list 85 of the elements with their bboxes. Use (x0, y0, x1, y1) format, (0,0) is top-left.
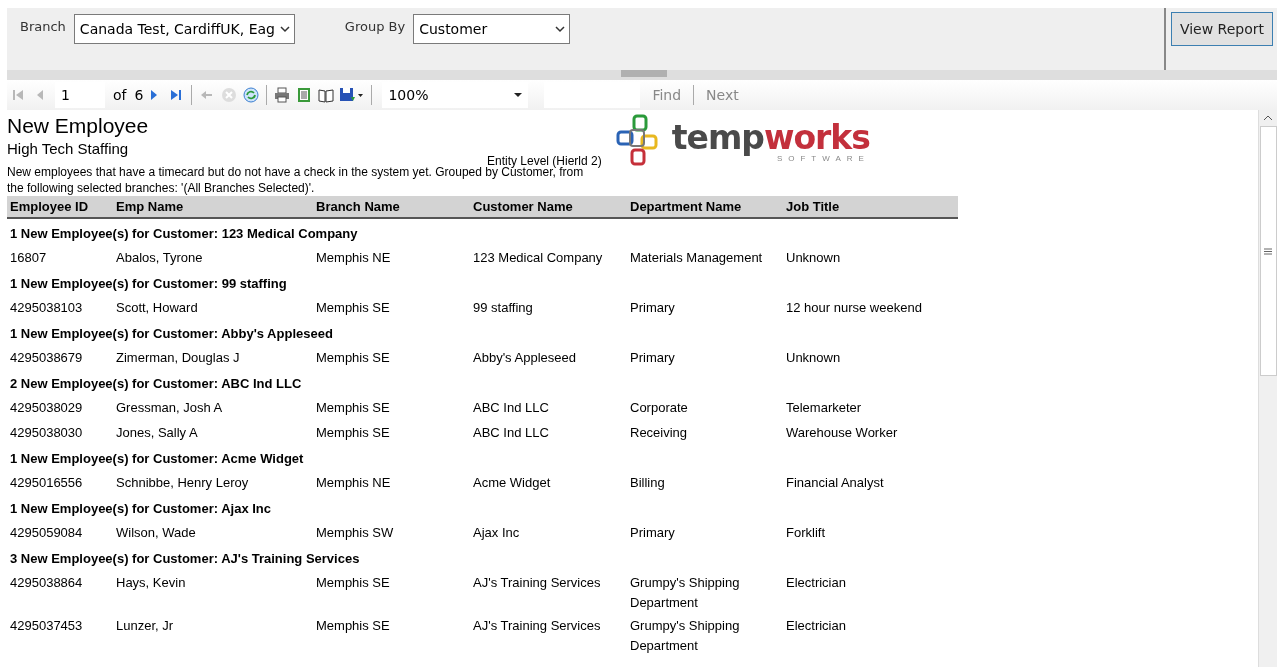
column-header: Emp Name (116, 197, 185, 216)
group-by-label: Group By (344, 18, 406, 36)
table-cell-text: Primary (630, 524, 676, 542)
table-cell-text: 4295038864 (9, 574, 84, 592)
table-cell-text: Primary (630, 349, 676, 367)
table-cell-text: Memphis SE (316, 424, 391, 442)
column-header: Branch Name (316, 197, 401, 216)
table-cell-text: Receiving (630, 424, 689, 442)
table-cell-text: Electrician (786, 617, 847, 635)
table-cell-text: 99 staffing (473, 299, 534, 317)
table-cell-text: Memphis SE (316, 399, 391, 417)
table-cell-text: Hays, Kevin (116, 574, 187, 592)
group-header: 1 New Employee(s) for Customer: 123 Medical Company (9, 225, 359, 243)
table-cell-text: Grumpy's Shipping Department (630, 574, 741, 612)
branch-label: Branch (20, 18, 66, 36)
table-cell-text: Unknown (786, 349, 842, 367)
table-cell-text: Zimerman, Douglas J (116, 349, 241, 367)
table-cell-text: Financial Analyst (786, 474, 885, 492)
group-header: 1 New Employee(s) for Customer: 99 staffing (9, 275, 288, 293)
table-cell-text: 4295038029 (9, 399, 84, 417)
column-header: Department Name (630, 197, 743, 216)
table-cell-text: Warehouse Worker (786, 424, 899, 442)
table-cell-text: Gressman, Josh A (116, 399, 224, 417)
table-cell-text: AJ's Training Services (473, 574, 602, 592)
table-cell-text: Abalos, Tyrone (116, 249, 204, 267)
page-of-label: of (113, 85, 127, 105)
group-header: 3 New Employee(s) for Customer: AJ's Training Services (9, 550, 361, 568)
table-cell-text: 16807 (9, 249, 48, 267)
table-cell-text: Memphis SE (316, 574, 391, 592)
table-cell-text: Telemarketer (786, 399, 863, 417)
group-header: 1 New Employee(s) for Customer: Acme Widget (9, 450, 305, 468)
logo: tempworks SOFTWARE (615, 114, 870, 174)
company-name: High Tech Staffing (7, 139, 130, 159)
table-cell-text: 4295038103 (9, 299, 84, 317)
grip-icon (1264, 247, 1272, 255)
table-cell-text: Wilson, Wade (116, 524, 197, 542)
column-header: Job Title (786, 197, 841, 216)
table-cell-text: Memphis SE (316, 617, 391, 635)
column-header: Customer Name (473, 197, 574, 216)
table-cell-text: Electrician (786, 574, 847, 592)
table-cell-text: 4295037453 (9, 617, 84, 635)
table-cell-text: Corporate (630, 399, 689, 417)
table-cell-text: Schnibbe, Henry Leroy (116, 474, 250, 492)
table-cell-text: Grumpy's Shipping Department (630, 617, 741, 655)
table-cell-text: ABC Ind LLC (473, 424, 550, 442)
branch-dropdown[interactable]: Canada Test, CardiffUK, Eag (73, 14, 295, 44)
caret-icon (279, 25, 290, 33)
table-cell-text: 4295038030 (9, 424, 84, 442)
page-count: 6 (134, 85, 144, 105)
table-cell-text: Materials Management (630, 249, 764, 267)
table-cell-text: Memphis SW (316, 524, 395, 542)
table-cell-text: 123 Medical Company (473, 249, 604, 267)
table-cell-text: Unknown (786, 249, 842, 267)
table-cell-text: 12 hour nurse weekend (786, 299, 923, 317)
table-cell-text: ABC Ind LLC (473, 399, 550, 417)
group-by-dropdown[interactable]: Customer (413, 14, 571, 44)
collapse-handle[interactable] (621, 70, 667, 77)
dropdown-arrow-icon (514, 92, 523, 98)
group-header: 2 New Employee(s) for Customer: ABC Ind LLC (9, 375, 303, 393)
view-report-button[interactable]: View Report (1170, 12, 1273, 46)
vertical-scrollbar[interactable] (1258, 110, 1277, 667)
table-cell-text: 4295059084 (9, 524, 84, 542)
table-cell-text: Jones, Sally A (116, 424, 199, 442)
table-cell-text: Memphis SE (316, 299, 391, 317)
caret-icon (555, 25, 566, 33)
table-cell-text: Scott, Howard (116, 299, 199, 317)
table-cell-text: 4295016556 (9, 474, 84, 492)
group-header: 1 New Employee(s) for Customer: Ajax Inc (9, 500, 273, 518)
column-header: Employee ID (9, 197, 90, 216)
table-cell-text: Memphis NE (316, 474, 392, 492)
table-cell-text: Acme Widget (473, 474, 552, 492)
table-cell-text: AJ's Training Services (473, 617, 602, 635)
table-cell-text: Memphis NE (316, 249, 392, 267)
group-header: 1 New Employee(s) for Customer: Abby's Appleseed (9, 325, 334, 343)
table-cell-text: Memphis SE (316, 349, 391, 367)
table-cell-text: Ajax Inc (473, 524, 521, 542)
table-cell-text: Lunzer, Jr (116, 617, 175, 635)
table-cell-text: Abby's Appleseed (473, 349, 577, 367)
table-cell-text: Primary (630, 299, 676, 317)
entity-level: Entity Level (Hierld 2) (487, 153, 602, 168)
table-cell-text: 4295038679 (9, 349, 84, 367)
table-cell-text: Forklift (786, 524, 826, 542)
scroll-up-icon[interactable] (1263, 114, 1273, 122)
report-title: New Employee (7, 114, 150, 138)
table-cell-text: Billing (630, 474, 666, 492)
